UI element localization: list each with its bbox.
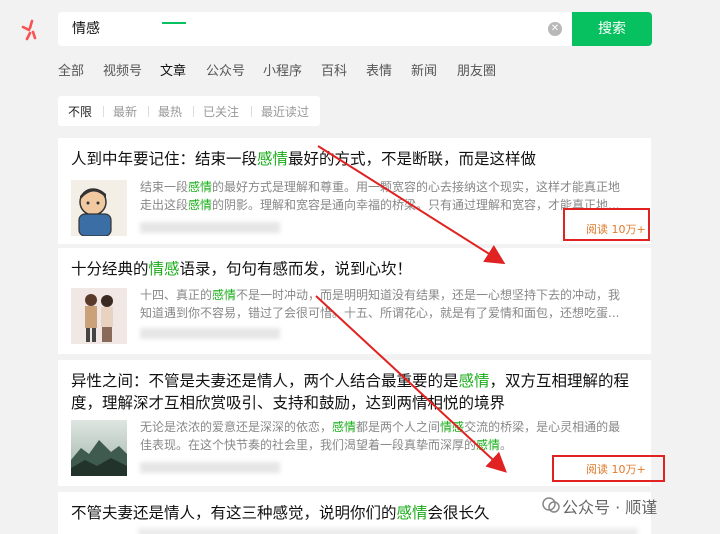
result-snippet-blurred xyxy=(138,528,638,534)
annotation-box xyxy=(552,455,665,482)
active-tab-indicator xyxy=(162,22,186,24)
result-title[interactable]: 人到中年要记住：结束一段感情最好的方式，不是断联，而是这样做 xyxy=(71,146,536,172)
wechat-official-account-icon xyxy=(542,497,560,513)
result-card[interactable]: 十分经典的情感语录，句句有感而发，说到心坎！ 十四、真正的感情不是一时冲动，而是… xyxy=(58,248,651,354)
clear-icon[interactable]: ✕ xyxy=(548,22,562,36)
filter-recently-read[interactable]: 最近读过 xyxy=(261,103,309,120)
wechat-search-logo-icon xyxy=(21,19,37,41)
tab-articles[interactable]: 文章 xyxy=(160,60,186,79)
tab-baike[interactable]: 百科 xyxy=(321,60,347,79)
filter-bar: 不限 最新 最热 已关注 最近读过 xyxy=(58,96,320,126)
result-thumbnail xyxy=(71,420,127,476)
search-box: ✕ xyxy=(58,12,572,46)
result-snippet: 知道遇到你不容易，错过了会很可惜。十五、所谓花心，就是有了爱情和面包，还想吃蛋.… xyxy=(140,306,620,320)
result-title-line2[interactable]: 度，理解深才互相欣赏吸引、支持和鼓励，达到两情相悦的境界 xyxy=(71,390,505,416)
tab-news[interactable]: 新闻 xyxy=(411,60,437,79)
tab-stickers[interactable]: 表情 xyxy=(366,60,392,79)
filter-hottest[interactable]: 最热 xyxy=(158,103,182,120)
tab-official-accounts[interactable]: 公众号 xyxy=(206,60,245,79)
result-thumbnail xyxy=(71,288,127,344)
result-source-blurred xyxy=(140,462,280,473)
filter-latest[interactable]: 最新 xyxy=(113,103,137,120)
result-snippet: 佳表现。在这个快节奏的社会里，我们渴望着一段真挚而深厚的感情。 xyxy=(140,438,513,452)
result-title[interactable]: 不管夫妻还是情人，有这三种感觉，说明你们的感情会很长久 xyxy=(71,500,490,526)
result-source-blurred xyxy=(140,328,280,339)
filter-followed[interactable]: 已关注 xyxy=(203,103,239,120)
result-source-blurred xyxy=(140,222,280,233)
annotation-box xyxy=(563,208,650,241)
tab-all[interactable]: 全部 xyxy=(58,60,84,79)
tab-moments[interactable]: 朋友圈 xyxy=(457,60,496,79)
tab-channels[interactable]: 视频号 xyxy=(103,60,142,79)
search-input[interactable] xyxy=(72,12,532,46)
result-title[interactable]: 十分经典的情感语录，句句有感而发，说到心坎！ xyxy=(71,256,412,282)
result-snippet: 无论是浓浓的爱意还是深深的依恋，感情都是两个人之间情感交流的桥梁，是心灵相通的最 xyxy=(140,420,621,434)
search-button[interactable]: 搜索 xyxy=(572,12,652,46)
filter-any[interactable]: 不限 xyxy=(68,103,92,120)
watermark: 公众号 · 顺谨 xyxy=(562,498,658,517)
result-snippet: 结束一段感情的最好方式是理解和尊重。用一颗宽容的心去接纳这个现实，这样才能真正地 xyxy=(140,180,621,194)
result-thumbnail xyxy=(71,180,127,236)
result-snippet: 十四、真正的感情不是一时冲动，而是明明知道没有结果，还是一心想坚持下去的冲动，我 xyxy=(140,288,621,302)
tab-mini-programs[interactable]: 小程序 xyxy=(263,60,302,79)
